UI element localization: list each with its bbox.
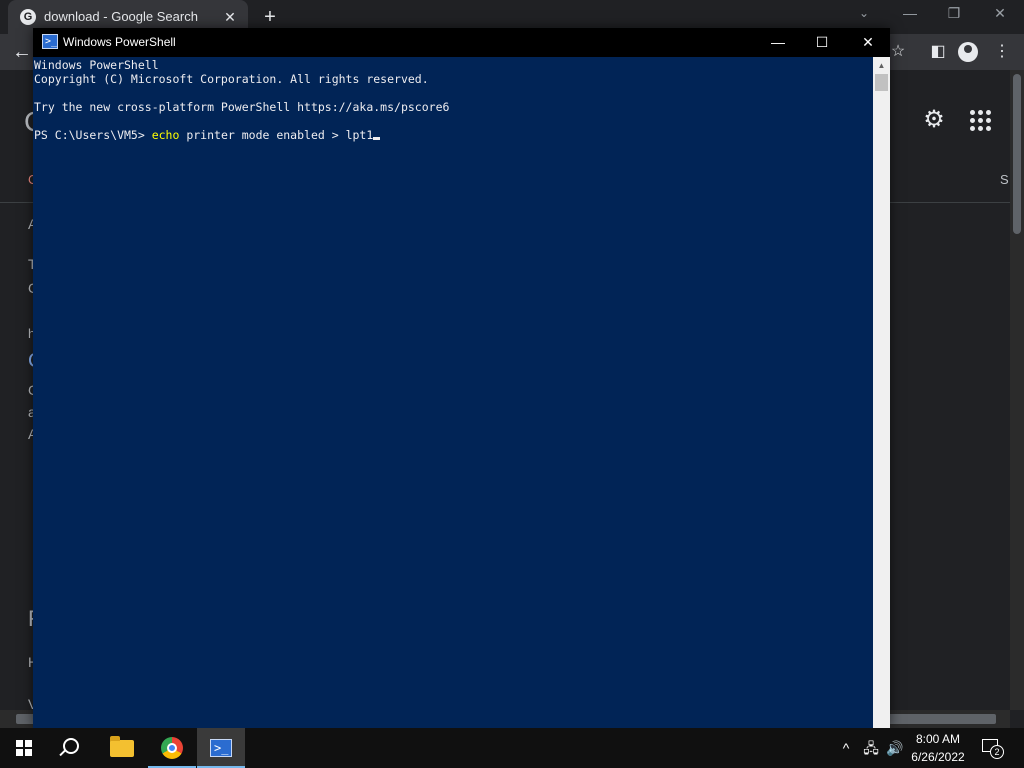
google-apps-icon[interactable] xyxy=(968,108,994,134)
taskbar-chrome[interactable] xyxy=(148,728,196,768)
google-favicon-icon: G xyxy=(20,9,36,25)
new-tab-button[interactable]: + xyxy=(258,6,282,30)
file-explorer-icon xyxy=(110,736,134,757)
browser-close-button[interactable]: ✕ xyxy=(988,5,1012,25)
start-button[interactable] xyxy=(0,728,48,768)
profile-avatar-icon[interactable] xyxy=(958,42,978,62)
maximize-button[interactable]: ☐ xyxy=(799,28,845,57)
show-hidden-icons-chevron-icon[interactable]: ^ xyxy=(836,728,856,768)
browser-menu-icon[interactable]: ⋮ xyxy=(990,40,1014,64)
command-arguments: printer mode enabled > lpt1 xyxy=(179,128,374,142)
command-line[interactable]: PS C:\Users\VM5> echo printer mode enabl… xyxy=(34,128,381,142)
powershell-icon: >_ xyxy=(210,739,232,757)
action-center-button[interactable]: 2 xyxy=(980,737,1004,759)
command-keyword: echo xyxy=(151,128,180,142)
tab-settings-fragment[interactable]: S xyxy=(1000,172,1009,187)
clock-date: 6/26/2022 xyxy=(911,750,965,764)
volume-icon[interactable]: 🔊 xyxy=(884,728,906,768)
taskbar: >_ ^ 🖧 🔊 8:00 AM 6/26/2022 2 xyxy=(0,728,1024,768)
browser-restore-button[interactable]: ❐ xyxy=(942,5,966,25)
console-vertical-scrollbar[interactable]: ▲ xyxy=(873,57,890,728)
taskbar-file-explorer[interactable] xyxy=(98,728,146,768)
side-panel-icon[interactable]: ◧ xyxy=(926,40,950,64)
notification-count-badge: 2 xyxy=(990,745,1004,759)
powershell-icon: >_ xyxy=(42,34,58,49)
back-arrow-icon[interactable]: ← xyxy=(10,40,34,64)
page-scroll-thumb[interactable] xyxy=(1013,74,1021,234)
browser-minimize-button[interactable]: — xyxy=(898,5,922,25)
taskbar-powershell[interactable]: >_ xyxy=(197,728,245,768)
tab-title: download - Google Search xyxy=(44,9,198,24)
console-line: Windows PowerShell xyxy=(34,58,159,72)
network-icon[interactable]: 🖧 xyxy=(860,728,882,768)
windows-start-icon xyxy=(16,740,32,756)
search-icon xyxy=(63,738,79,754)
console-scroll-thumb[interactable] xyxy=(875,74,888,91)
page-vertical-scrollbar[interactable] xyxy=(1010,70,1024,710)
text-cursor xyxy=(373,137,381,140)
console-line: Copyright (C) Microsoft Corporation. All… xyxy=(34,72,429,86)
tab-close-icon[interactable]: ✕ xyxy=(220,7,240,27)
powershell-titlebar[interactable]: >_ Windows PowerShell — ☐ ✕ xyxy=(33,28,890,57)
powershell-window[interactable]: >_ Windows PowerShell — ☐ ✕ Windows Powe… xyxy=(33,28,890,728)
taskbar-search-button[interactable] xyxy=(48,728,96,768)
minimize-button[interactable]: — xyxy=(755,28,801,57)
console-line: Try the new cross-platform PowerShell ht… xyxy=(34,100,450,114)
scroll-up-arrow-icon[interactable]: ▲ xyxy=(873,57,890,74)
clock-time: 8:00 AM xyxy=(915,732,961,746)
console-output[interactable]: Windows PowerShell Copyright (C) Microso… xyxy=(33,57,873,728)
tab-search-icon[interactable]: ⌄ xyxy=(852,6,876,26)
taskbar-clock[interactable]: 8:00 AM 6/26/2022 xyxy=(906,730,970,766)
close-button[interactable]: ✕ xyxy=(845,28,891,57)
prompt-text: PS C:\Users\VM5> xyxy=(34,128,152,142)
chrome-icon xyxy=(161,737,183,759)
settings-gear-icon[interactable]: ⚙ xyxy=(920,106,948,134)
window-title: Windows PowerShell xyxy=(63,35,176,49)
